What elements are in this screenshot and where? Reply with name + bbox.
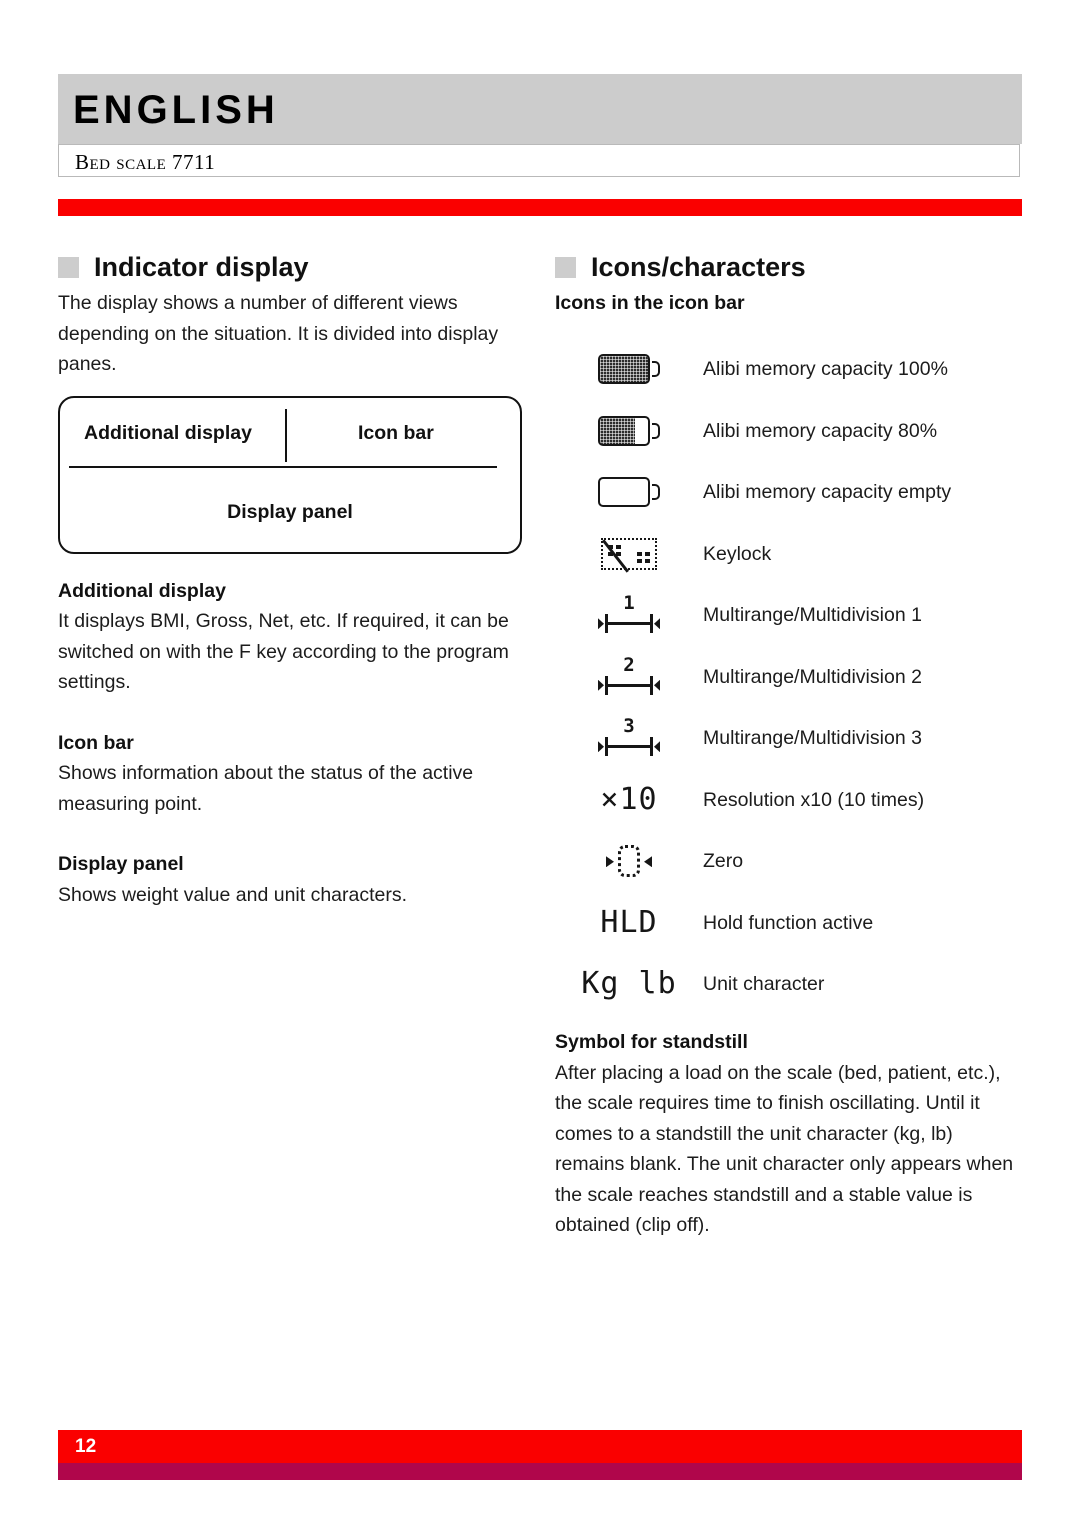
icon-row: 3 Multirange/Multidivision 3 bbox=[555, 708, 1025, 770]
multirange-shape: 2 bbox=[598, 653, 660, 695]
footer-crimson-bar bbox=[58, 1463, 1022, 1480]
battery-cap bbox=[652, 422, 660, 439]
header-red-rule bbox=[58, 199, 1022, 216]
icon-row: HLD Hold function active bbox=[555, 892, 1025, 954]
battery-fill bbox=[600, 356, 648, 383]
icon-row: 1 Multirange/Multidivision 1 bbox=[555, 585, 1025, 647]
square-bullet-icon bbox=[58, 256, 79, 278]
icon-legend-list: Alibi memory capacity 100% Alibi memory … bbox=[555, 339, 1025, 1016]
zero-icon bbox=[555, 845, 703, 878]
page-title: ENGLISH bbox=[73, 88, 279, 132]
icon-row: ×10 Resolution x10 (10 times) bbox=[555, 769, 1025, 831]
body-icon-bar: Shows information about the status of th… bbox=[58, 762, 474, 815]
diagram-horizontal-divider bbox=[69, 465, 497, 468]
diagram-label-display-panel: Display panel bbox=[227, 500, 353, 523]
icon-label: Alibi memory capacity empty bbox=[703, 481, 952, 504]
icon-label: Keylock bbox=[703, 542, 772, 565]
zero-ring bbox=[618, 845, 640, 878]
icon-row: Alibi memory capacity empty bbox=[555, 462, 1025, 524]
icon-row: Alibi memory capacity 100% bbox=[555, 339, 1025, 401]
battery-shape bbox=[598, 354, 660, 385]
zero-arrow-left bbox=[606, 856, 614, 868]
icon-label: Hold function active bbox=[703, 911, 874, 934]
zero-arrow-right bbox=[644, 856, 652, 868]
icon-row: Keylock bbox=[555, 523, 1025, 585]
indicator-display-intro: The display shows a number of different … bbox=[58, 292, 499, 375]
multirange-shape: 3 bbox=[598, 715, 660, 757]
icon-row: 2 Multirange/Multidivision 2 bbox=[555, 646, 1025, 708]
document-subtitle: Bed scale 7711 bbox=[75, 150, 216, 174]
square-bullet-icon bbox=[555, 256, 576, 278]
battery-empty-icon bbox=[555, 477, 703, 508]
diagram-label-icon-bar: Icon bar bbox=[358, 421, 434, 444]
body-additional-display: It displays BMI, Gross, Net, etc. If req… bbox=[58, 610, 509, 693]
multirange-number: 3 bbox=[623, 715, 635, 738]
keylock-dots-bottom-right bbox=[637, 551, 650, 563]
icon-label: Alibi memory capacity 100% bbox=[703, 358, 948, 381]
hold-icon: HLD bbox=[555, 904, 703, 940]
icon-label: Zero bbox=[703, 850, 744, 873]
multirange-2-icon: 2 bbox=[555, 653, 703, 695]
icon-label: Multirange/Multidivision 2 bbox=[703, 665, 922, 688]
keylock-shape bbox=[601, 537, 657, 573]
icon-label: Multirange/Multidivision 3 bbox=[703, 727, 922, 750]
battery-body bbox=[598, 477, 650, 508]
icon-label: Unit character bbox=[703, 973, 825, 996]
battery-80-icon bbox=[555, 415, 703, 446]
battery-shape bbox=[598, 415, 660, 446]
sub-heading-icons-in-icon-bar: Icons in the icon bar bbox=[555, 292, 745, 314]
lcd-glyph: HLD bbox=[600, 904, 658, 940]
zero-shape bbox=[604, 845, 654, 878]
battery-cap bbox=[652, 484, 660, 501]
icon-row: Zero bbox=[555, 831, 1025, 893]
battery-full-icon bbox=[555, 354, 703, 385]
body-display-panel: Shows weight value and unit characters. bbox=[58, 883, 408, 906]
multirange-number: 1 bbox=[623, 592, 635, 615]
sub-heading-symbol-for-standstill: Symbol for standstill bbox=[555, 1031, 748, 1053]
resolution-x10-icon: ×10 bbox=[555, 781, 703, 817]
lcd-glyph: ×10 bbox=[600, 781, 658, 817]
diagram-label-additional-display: Additional display bbox=[84, 421, 252, 444]
multirange-number: 2 bbox=[623, 653, 635, 676]
icon-label: Alibi memory capacity 80% bbox=[703, 419, 938, 442]
diagram-vertical-divider bbox=[285, 408, 287, 462]
right-column: Icons/characters Icons in the icon bar A… bbox=[555, 252, 1025, 1241]
sub-heading-additional-display: Additional display bbox=[58, 579, 226, 602]
battery-body bbox=[598, 415, 650, 446]
sub-heading-icon-bar: Icon bar bbox=[58, 731, 134, 754]
battery-body bbox=[598, 354, 650, 385]
display-panel-diagram: Additional display Icon bar Display pane… bbox=[58, 395, 522, 554]
section-heading-label: Indicator display bbox=[94, 252, 309, 282]
icon-label: Multirange/Multidivision 1 bbox=[703, 604, 922, 627]
icon-label: Resolution x10 (10 times) bbox=[703, 788, 925, 811]
battery-fill bbox=[600, 417, 635, 444]
icon-row: Kg lb Unit character bbox=[555, 954, 1025, 1016]
left-column: Indicator display The display shows a nu… bbox=[58, 252, 526, 910]
page-number: 12 bbox=[75, 1436, 97, 1457]
multirange-1-icon: 1 bbox=[555, 592, 703, 634]
footer-red-bar bbox=[58, 1430, 1022, 1463]
section-heading-label: Icons/characters bbox=[591, 252, 806, 282]
body-symbol-for-standstill: After placing a load on the scale (bed, … bbox=[555, 1061, 1014, 1237]
keylock-icon bbox=[555, 537, 703, 573]
multirange-3-icon: 3 bbox=[555, 715, 703, 757]
unit-character-icon: Kg lb bbox=[555, 969, 703, 999]
battery-shape bbox=[598, 477, 660, 508]
lcd-glyph: Kg lb bbox=[581, 966, 677, 1002]
multirange-shape: 1 bbox=[598, 592, 660, 634]
sub-heading-display-panel: Display panel bbox=[58, 853, 184, 875]
section-heading-indicator-display: Indicator display bbox=[58, 252, 526, 282]
section-heading-icons-characters: Icons/characters bbox=[555, 252, 1025, 282]
icon-row: Alibi memory capacity 80% bbox=[555, 400, 1025, 462]
battery-cap bbox=[652, 361, 660, 378]
